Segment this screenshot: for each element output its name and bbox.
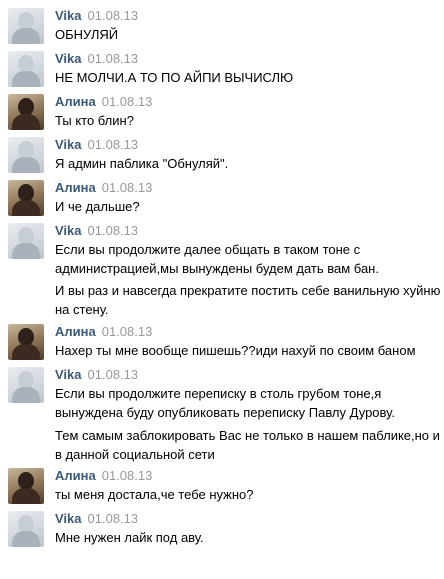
author-name[interactable]: Vika	[55, 223, 82, 238]
avatar[interactable]	[8, 511, 44, 547]
message-text: Если вы продолжите переписку в столь гру…	[55, 386, 382, 401]
avatar[interactable]	[8, 468, 44, 504]
avatar[interactable]	[8, 324, 44, 360]
author-name[interactable]: Vika	[55, 511, 82, 526]
avatar[interactable]	[8, 94, 44, 130]
author-name[interactable]: Vika	[55, 367, 82, 382]
author-name[interactable]: Алина	[55, 94, 96, 109]
avatar[interactable]	[8, 180, 44, 216]
message-date: 01.08.13	[87, 51, 139, 66]
message-text: Нахер ты мне вообще пишешь??иди нахуй по…	[55, 343, 416, 358]
message-thread: Vika 01.08.13 ОБНУЛЯЙ Vika 01.08.13 НЕ МОЛ…	[0, 0, 444, 579]
author-name[interactable]: Алина	[55, 468, 96, 483]
message-text: Я админ паблика "Обнуляй".	[55, 156, 229, 171]
message-text: И вы раз и навсегда прекратите постить с…	[55, 283, 441, 298]
avatar[interactable]	[8, 137, 44, 173]
message-text: Мне нужен лайк под аву.	[55, 530, 204, 545]
message-text: вынуждена буду опубликовать переписку Па…	[55, 405, 395, 420]
message-date: 01.08.13	[87, 137, 139, 152]
avatar[interactable]	[8, 51, 44, 87]
message-text: И че дальше?	[55, 199, 140, 214]
message-text: Тем самым заблокировать Вас не только в …	[55, 428, 440, 443]
message-text: Если вы продолжите далее общать в таком …	[55, 242, 361, 257]
author-name[interactable]: Vika	[55, 137, 82, 152]
message-text: ты меня достала,че тебе нужно?	[55, 487, 254, 502]
avatar[interactable]	[8, 223, 44, 259]
message-date: 01.08.13	[87, 367, 139, 382]
message-date: 01.08.13	[101, 468, 153, 483]
avatar[interactable]	[8, 367, 44, 403]
message-text: Ты кто блин?	[55, 113, 134, 128]
message-text: на стену.	[55, 302, 109, 317]
author-name[interactable]: Алина	[55, 324, 96, 339]
author-name[interactable]: Алина	[55, 180, 96, 195]
avatar[interactable]	[8, 8, 44, 44]
author-name[interactable]: Vika	[55, 51, 82, 66]
message-date: 01.08.13	[101, 180, 153, 195]
message-date: 01.08.13	[87, 8, 139, 23]
message-date: 01.08.13	[87, 223, 139, 238]
message-date: 01.08.13	[87, 511, 139, 526]
message-text: в данной социальной сети	[55, 447, 215, 462]
message-text: ОБНУЛЯЙ	[55, 27, 119, 42]
author-name[interactable]: Vika	[55, 8, 82, 23]
message-text: НЕ МОЛЧИ.А ТО ПО АЙПИ ВЫЧИСЛЮ	[55, 70, 294, 85]
message-text: администрацией,мы вынуждены будем дать в…	[55, 261, 379, 276]
message-date: 01.08.13	[101, 94, 153, 109]
message-date: 01.08.13	[101, 324, 153, 339]
